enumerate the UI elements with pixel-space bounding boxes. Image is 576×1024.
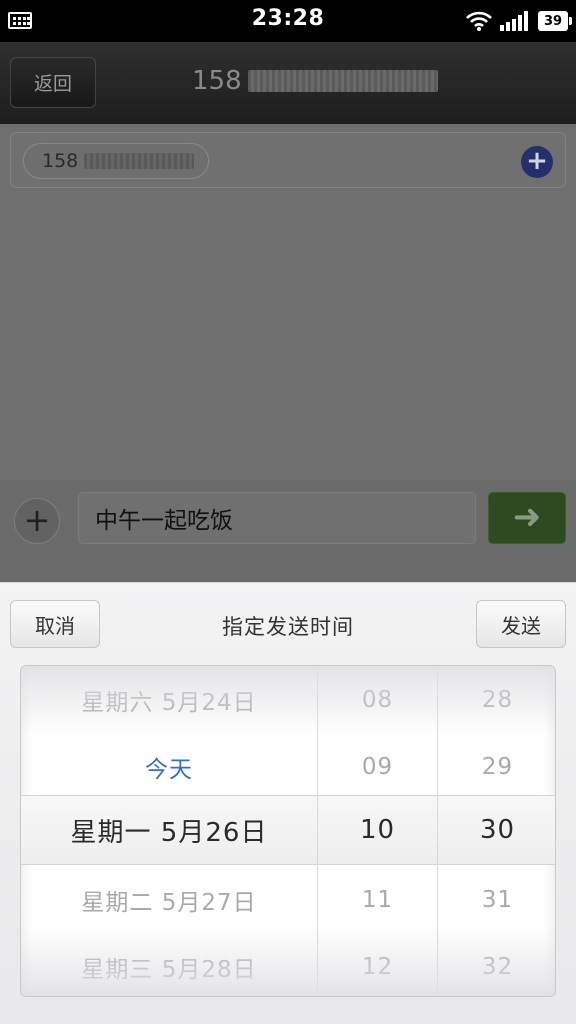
compose-bar: + 中午一起吃饭 ➜ <box>0 480 576 582</box>
recipient-chip-label: 158 <box>42 150 79 172</box>
datetime-picker[interactable]: 星期六 5月24日 今天 星期一 5月26日 星期二 5月27日 星期三 5月2… <box>20 665 556 997</box>
redacted-number <box>247 70 438 92</box>
send-button[interactable]: 发送 <box>476 600 566 648</box>
recipient-field[interactable]: 158 + <box>10 132 566 188</box>
title-number: 158 <box>192 66 242 96</box>
date-option[interactable]: 星期三 5月28日 <box>21 934 317 996</box>
minute-option[interactable]: 28 <box>438 667 555 733</box>
minute-wheel[interactable]: 28 29 30 31 32 <box>437 666 555 996</box>
status-bar: 23:28 39 <box>0 0 576 42</box>
date-option-today[interactable]: 今天 <box>21 734 317 800</box>
minute-option[interactable]: 31 <box>438 867 555 933</box>
message-input[interactable]: 中午一起吃饭 <box>78 492 476 544</box>
recipient-chip[interactable]: 158 <box>23 143 209 179</box>
minute-option-selected[interactable]: 30 <box>438 797 555 863</box>
date-wheel[interactable]: 星期六 5月24日 今天 星期一 5月26日 星期二 5月27日 星期三 5月2… <box>21 666 317 996</box>
compose-screen: 返回 158 158 + + 中午一起吃饭 ➜ <box>0 42 576 582</box>
send-arrow-button[interactable]: ➜ <box>488 492 566 544</box>
minute-option[interactable]: 29 <box>438 734 555 800</box>
wifi-icon <box>466 11 492 31</box>
attach-plus-button[interactable]: + <box>14 498 60 544</box>
hour-option[interactable]: 08 <box>318 667 437 733</box>
hour-option[interactable]: 11 <box>318 867 437 933</box>
date-option-selected[interactable]: 星期一 5月26日 <box>21 797 317 863</box>
schedule-send-sheet: 取消 指定发送时间 发送 星期六 5月24日 今天 星期一 5月26日 星期二 … <box>0 582 576 1024</box>
message-text: 中午一起吃饭 <box>95 508 233 534</box>
back-button[interactable]: 返回 <box>10 57 96 108</box>
hour-wheel[interactable]: 08 09 10 11 12 <box>317 666 437 996</box>
hour-option[interactable]: 12 <box>318 934 437 996</box>
hour-option-selected[interactable]: 10 <box>318 797 437 863</box>
minute-option[interactable]: 32 <box>438 934 555 996</box>
battery-icon: 39 <box>538 11 572 31</box>
signal-icon <box>500 11 528 31</box>
hour-option[interactable]: 09 <box>318 734 437 800</box>
date-option[interactable]: 星期六 5月24日 <box>21 667 317 733</box>
title-bar: 返回 158 <box>0 42 576 124</box>
date-option[interactable]: 星期二 5月27日 <box>21 867 317 933</box>
conversation-title: 158 <box>192 66 438 96</box>
redacted-number <box>84 153 195 169</box>
add-contact-icon[interactable]: + <box>521 146 553 178</box>
